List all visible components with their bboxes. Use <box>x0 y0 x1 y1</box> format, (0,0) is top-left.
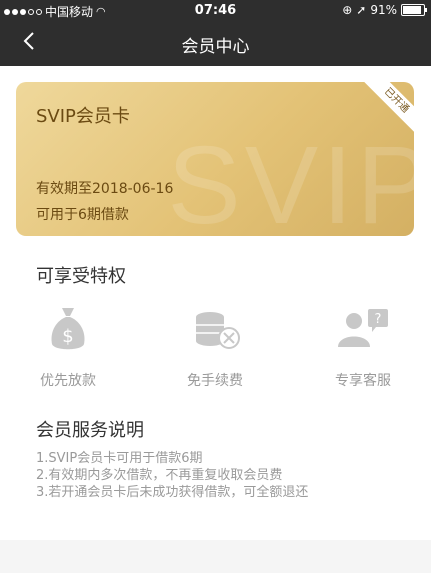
coins-no-fee-icon <box>196 312 240 349</box>
svg-text:$: $ <box>62 326 73 347</box>
status-right: ⊕ ➚ 91% <box>342 3 427 17</box>
svg-text:?: ? <box>375 312 382 327</box>
service-line: 3.若开通会员卡后未成功获得借款，可全额退还 <box>36 485 309 500</box>
service-line: 2.有效期内多次借款，不再重复收取会员费 <box>36 468 283 483</box>
lock-rotation-icon: ⊕ <box>342 3 353 17</box>
privilege-label: 免手续费 <box>187 373 243 389</box>
service-title: 会员服务说明 <box>36 420 144 441</box>
location-icon: ➚ <box>356 3 367 17</box>
money-bag-icon: $ <box>51 308 85 350</box>
service-line: 1.SVIP会员卡可用于借款6期 <box>36 451 203 466</box>
card-usage: 可用于6期借款 <box>36 207 129 223</box>
card-valid-until: 有效期至2018-06-16 <box>36 181 174 197</box>
battery-icon <box>401 4 427 16</box>
status-bar: 中国移动 ◠ 07:46 ⊕ ➚ 91% <box>0 0 431 20</box>
nav-bar: 会员中心 <box>0 20 431 66</box>
top-bar: 中国移动 ◠ 07:46 ⊕ ➚ 91% 会员中心 <box>0 0 431 66</box>
privilege-item: ? 专享客服 <box>313 302 413 390</box>
privilege-label: 优先放款 <box>40 373 96 389</box>
customer-service-icon: ? <box>338 309 388 347</box>
card-title: SVIP会员卡 <box>36 106 130 127</box>
privilege-label: 专享客服 <box>335 373 391 389</box>
privileges-title: 可享受特权 <box>36 266 126 287</box>
card-watermark: SVIP <box>167 124 414 236</box>
membership-card: SVIP 已开通 SVIP会员卡 有效期至2018-06-16 可用于6期借款 <box>16 82 414 236</box>
main-content: SVIP 已开通 SVIP会员卡 有效期至2018-06-16 可用于6期借款 … <box>0 66 431 540</box>
service-description: 1.SVIP会员卡可用于借款6期 2.有效期内多次借款，不再重复收取会员费 3.… <box>36 450 308 501</box>
privilege-item: 免手续费 <box>165 302 265 390</box>
privilege-item: $ 优先放款 <box>18 302 118 390</box>
battery-percent: 91% <box>370 3 397 17</box>
page-title: 会员中心 <box>181 37 250 57</box>
